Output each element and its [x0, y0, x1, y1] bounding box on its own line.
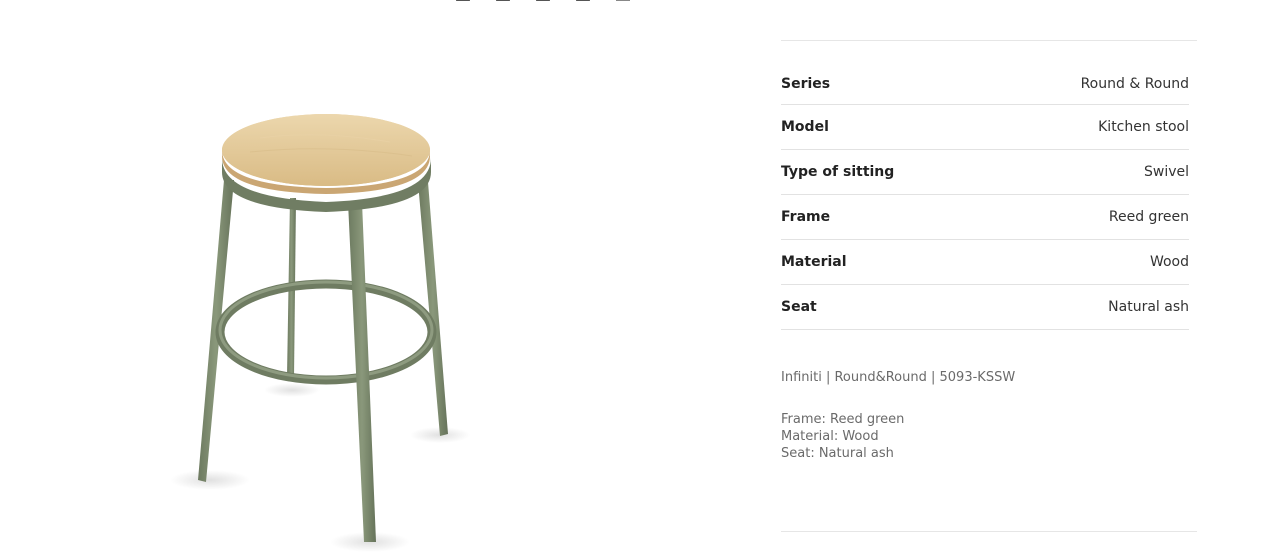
summary-line: Seat: Natural ash — [781, 446, 894, 461]
spec-row-material: Material Wood — [781, 240, 1189, 285]
spec-value: Wood — [1149, 254, 1189, 270]
divider — [781, 40, 1197, 41]
thumbnail-3[interactable] — [536, 0, 550, 1]
spec-row-type-of-sitting: Type of sitting Swivel — [781, 150, 1189, 195]
spec-value: Reed green — [1108, 209, 1189, 225]
spec-table: Series Round & Round Model Kitchen stool… — [781, 63, 1189, 330]
thumbnail-4[interactable] — [576, 0, 590, 1]
thumbnail-5[interactable] — [616, 0, 630, 1]
spec-key: Material — [781, 254, 847, 270]
spec-row-seat: Seat Natural ash — [781, 285, 1189, 330]
sku-line: Infiniti | Round&Round | 5093-KSSW — [781, 370, 1016, 385]
spec-key: Type of sitting — [781, 164, 895, 180]
specifications-panel: Series Round & Round Model Kitchen stool… — [781, 40, 1197, 462]
spec-key: Frame — [781, 209, 831, 225]
thumbnail-1[interactable] — [456, 0, 470, 1]
spec-row-series: Series Round & Round — [781, 63, 1189, 105]
product-viewer[interactable] — [150, 90, 490, 559]
spec-value: Kitchen stool — [1098, 119, 1189, 135]
spec-key: Model — [781, 119, 829, 135]
spec-row-frame: Frame Reed green — [781, 195, 1189, 240]
spec-value: Round & Round — [1080, 75, 1189, 92]
stool-image — [170, 114, 470, 552]
configuration-summary: Frame: Reed green Material: Wood Seat: N… — [781, 411, 1197, 462]
spec-value: Natural ash — [1108, 299, 1189, 315]
spec-key: Series — [781, 75, 831, 92]
spec-key: Seat — [781, 299, 817, 315]
spec-value: Swivel — [1143, 164, 1189, 180]
summary-line: Frame: Reed green — [781, 412, 905, 427]
thumbnail-strip — [456, 0, 630, 1]
divider — [781, 531, 1197, 532]
spec-row-model: Model Kitchen stool — [781, 105, 1189, 150]
summary-line: Material: Wood — [781, 429, 879, 444]
thumbnail-2[interactable] — [496, 0, 510, 1]
